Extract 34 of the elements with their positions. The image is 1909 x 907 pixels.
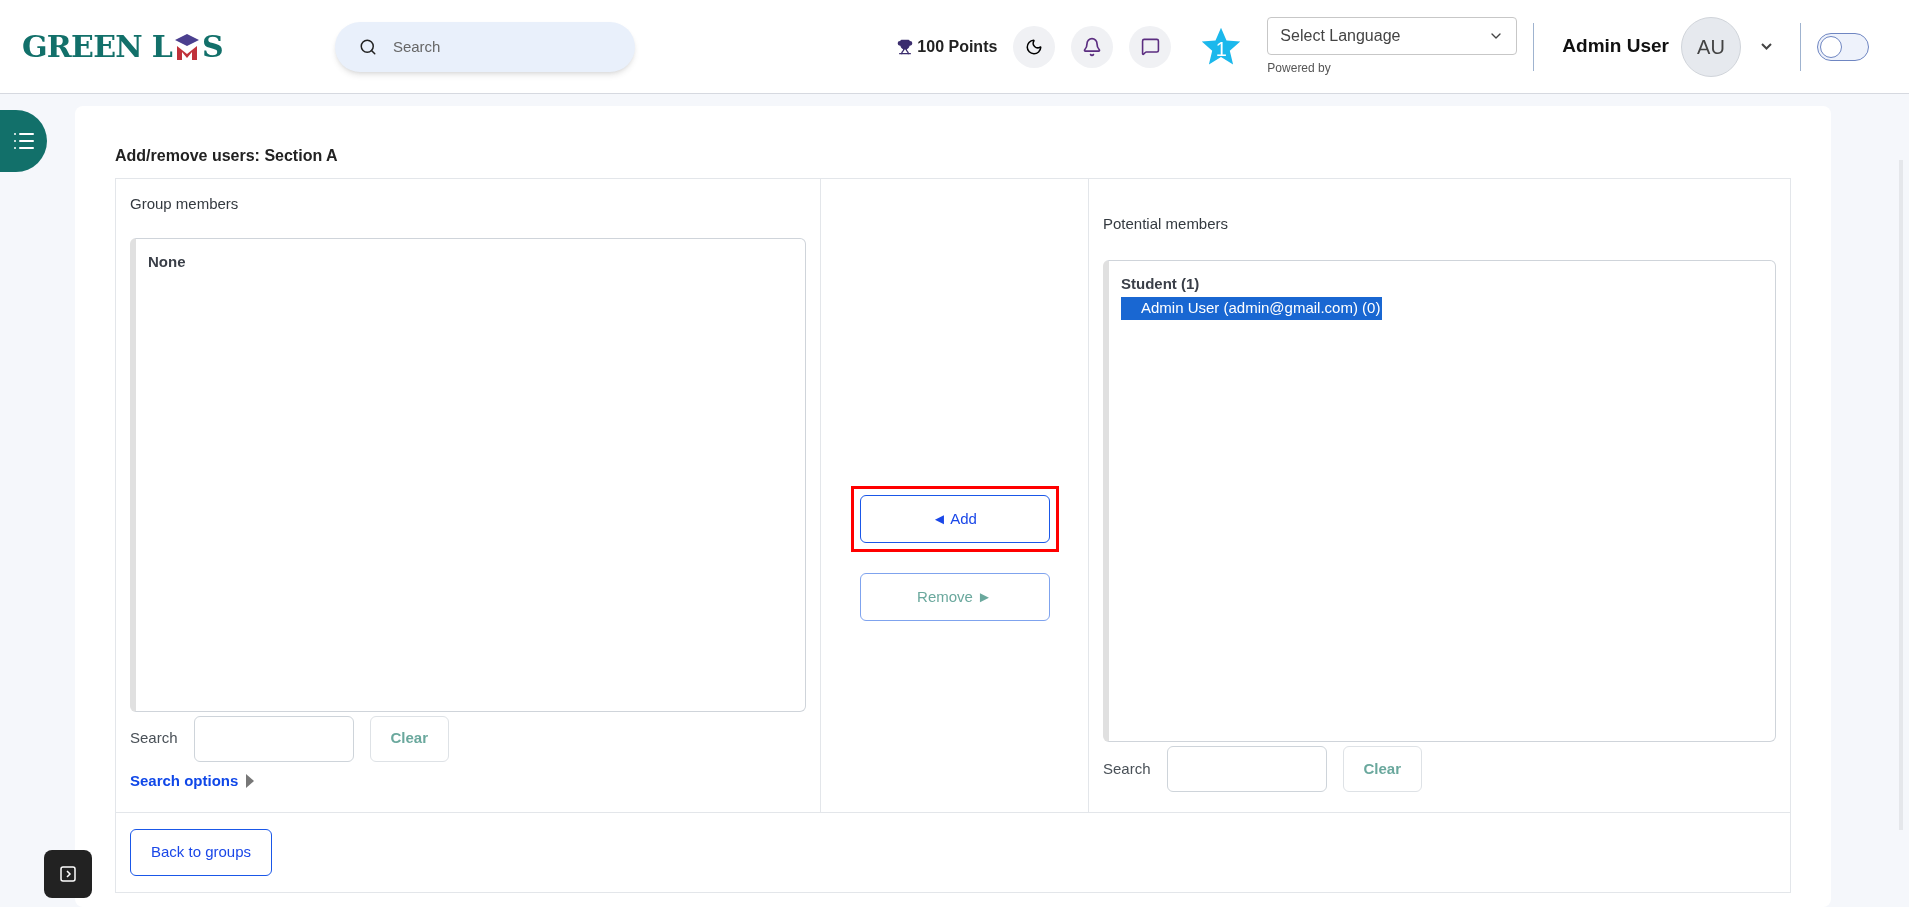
graduation-cap-icon: [173, 31, 201, 62]
search-input[interactable]: [193, 715, 354, 762]
chat-icon: [1140, 37, 1160, 56]
search-icon: [358, 37, 377, 56]
chevron-right-icon: [58, 864, 78, 884]
expand-panel-button[interactable]: [44, 850, 92, 898]
list-group-label: None: [148, 251, 187, 272]
list-group-label: Student (1): [1121, 273, 1201, 294]
points-label: 100 Points: [917, 36, 998, 57]
back-to-groups-button[interactable]: Back to groups: [130, 829, 273, 876]
search-field[interactable]: Search: [334, 21, 635, 72]
search-label: Search: [130, 728, 178, 749]
sidebar-toggle-button[interactable]: [0, 110, 47, 172]
toggle-switch[interactable]: [1817, 32, 1869, 61]
search-options-link[interactable]: Search options: [130, 769, 239, 792]
search-label: Search: [1103, 758, 1151, 779]
user-name: Admin User: [1562, 34, 1669, 59]
logo[interactable]: GREEN L S: [22, 24, 223, 69]
member-list[interactable]: None: [130, 237, 806, 712]
list-option[interactable]: Admin User (admin@gmail.com) (0): [1121, 297, 1383, 320]
language-select[interactable]: Select Language: [1267, 16, 1518, 55]
chevron-down-icon: [1761, 43, 1772, 50]
search-input[interactable]: [1166, 746, 1327, 792]
user-avatar[interactable]: AU: [1681, 16, 1741, 77]
bell-icon: [1082, 36, 1103, 57]
group-members-label: Group members: [130, 194, 240, 214]
caret-right-icon: [246, 773, 255, 788]
potential-members-label: Potential members: [1103, 214, 1230, 234]
page-title: Add/remove users: Section A: [115, 146, 339, 166]
moon-icon: [1025, 37, 1044, 56]
powered-by-caption: Powered by: [1267, 59, 1332, 77]
member-list[interactable]: Student (1) Admin User (admin@gmail.com) (0): [1103, 259, 1776, 742]
trophy-icon: [897, 38, 914, 55]
action-button[interactable]: ◄ Add: [859, 495, 1050, 543]
